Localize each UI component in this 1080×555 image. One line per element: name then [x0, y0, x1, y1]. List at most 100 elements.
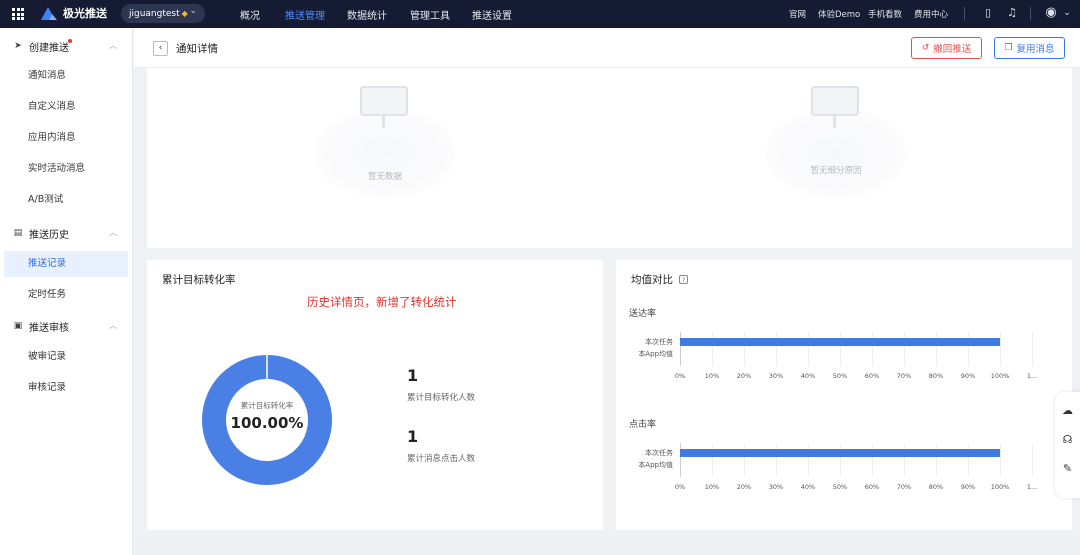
undo-icon: ↺ [921, 43, 930, 53]
brand-name: 极光推送 [63, 7, 107, 20]
tick-label: 60% [864, 483, 880, 491]
grid-line [1000, 332, 1001, 366]
bottom-strip [134, 541, 1080, 555]
sidebar-group-label: 推送历史 [29, 229, 69, 241]
headset-icon[interactable]: ☊ [1061, 433, 1074, 446]
chevron-down-icon: ⌄ [189, 6, 197, 16]
tick-label: 100% [990, 483, 1010, 491]
sidebar-group-label: 创建推送 [29, 42, 69, 54]
tick-label: 20% [736, 483, 752, 491]
tick-label: 0% [674, 372, 686, 380]
tick-label: 50% [832, 372, 848, 380]
bar [680, 449, 1000, 457]
tick-label: 10% [704, 372, 720, 380]
chart-board-icon [360, 86, 408, 116]
app-selector[interactable]: jiguangtest ◆ ⌄ [121, 4, 205, 23]
revoke-push-label: 撤回推送 [933, 44, 972, 55]
donut-label: 累计目标转化率 [240, 401, 294, 410]
sidebar-item-scheduled-tasks[interactable]: 定时任务 [4, 282, 128, 308]
book-icon[interactable]: ▯ [981, 6, 995, 20]
sidebar-item-notification[interactable]: 通知消息 [4, 63, 128, 89]
tick-label: 0% [674, 483, 686, 491]
app-name: jiguangtest [129, 8, 180, 19]
vip-diamond-icon: ◆ [181, 9, 188, 18]
click-rate-label: 点击率 [629, 420, 657, 430]
chevron-up-icon[interactable]: ︿ [109, 227, 117, 238]
empty-state-left: 暂无数据 [305, 68, 465, 198]
grid-line [1032, 443, 1033, 477]
chevron-left-icon: ‹ [158, 43, 163, 53]
bar [680, 338, 1000, 346]
empty-state-right: 暂无细分原因 [756, 68, 916, 198]
tick-label: 20% [736, 372, 752, 380]
chevron-up-icon[interactable]: ︿ [109, 40, 117, 51]
click-count: 1 [407, 427, 419, 446]
tick-label: 1... [1026, 483, 1038, 491]
aurora-logo-icon [41, 7, 57, 20]
page-title: 通知详情 [176, 43, 218, 55]
sidebar-item-in-app-message[interactable]: 应用内消息 [4, 125, 128, 151]
click-rate-chart: 本次任务 本App均值 0% 10% 20% 30% 40% 50% 60% 70% 80% 90% 1… [616, 441, 1072, 511]
audit-icon: ▣ [13, 321, 23, 331]
sidebar-group-push-history[interactable]: ▤ 推送历史 ︿ [0, 219, 133, 247]
edit-icon[interactable]: ✎ [1061, 462, 1074, 475]
revoke-push-button[interactable]: ↺ 撤回推送 [911, 37, 982, 59]
link-demo[interactable]: 体验Demo [818, 8, 860, 20]
panel-title: 累计目标转化率 [162, 274, 236, 286]
link-mobile-view[interactable]: 手机看数 [868, 8, 902, 20]
sidebar-item-custom-message[interactable]: 自定义消息 [4, 94, 128, 120]
help-icon[interactable]: ? [679, 275, 688, 284]
empty-text: 暂无细分原因 [810, 166, 862, 176]
nav-management-tools[interactable]: 管理工具 [410, 7, 450, 22]
sidebar-group-push-review[interactable]: ▣ 推送审核 ︿ [0, 312, 133, 340]
back-button[interactable]: ‹ [153, 41, 168, 56]
sidebar-group-label: 推送审核 [29, 322, 69, 334]
reuse-message-label: 复用消息 [1016, 44, 1055, 55]
link-billing-center[interactable]: 费用中心 [914, 8, 948, 20]
conversion-count: 1 [407, 366, 419, 385]
chevron-up-icon[interactable]: ︿ [109, 320, 117, 331]
bell-icon[interactable]: ♫ [1005, 6, 1019, 20]
app-grid-icon[interactable] [12, 8, 24, 20]
reuse-message-button[interactable]: ❐ 复用消息 [994, 37, 1065, 59]
sidebar-item-ab-test[interactable]: A/B测试 [4, 187, 128, 213]
sidebar-item-live-activity[interactable]: 实时活动消息 [4, 156, 128, 182]
grid-line [1032, 332, 1033, 366]
tick-label: 10% [704, 483, 720, 491]
tick-label: 70% [896, 483, 912, 491]
divider [964, 7, 965, 20]
conversion-count-label: 累计目标转化人数 [407, 393, 476, 403]
tick-label: 30% [768, 483, 784, 491]
tick-label: 40% [800, 372, 816, 380]
tick-label: 90% [960, 372, 976, 380]
tick-label: 90% [960, 483, 976, 491]
history-icon: ▤ [13, 228, 23, 238]
user-avatar-icon[interactable]: ◉ [1044, 6, 1058, 20]
row-label: 本次任务 [645, 338, 673, 346]
sidebar-item-reviewed-records[interactable]: 被审记录 [4, 344, 128, 370]
nav-overview[interactable]: 概况 [240, 7, 260, 22]
copy-icon: ❐ [1004, 43, 1013, 53]
send-icon: ➤ [14, 41, 22, 51]
sidebar-group-create-push[interactable]: ➤ 创建推送 ︿ [0, 32, 133, 60]
chevron-down-icon[interactable]: ⌄ [1060, 6, 1074, 20]
chat-icon[interactable]: ☁ [1061, 404, 1074, 417]
link-official-site[interactable]: 官网 [789, 8, 806, 20]
sidebar-item-review-records[interactable]: 审核记录 [4, 375, 128, 401]
tick-label: 100% [990, 372, 1010, 380]
row-label: 本App均值 [638, 350, 673, 358]
nav-push-settings[interactable]: 推送设置 [472, 7, 512, 22]
brand-logo[interactable]: 极光推送 [40, 5, 107, 21]
tick-label: 80% [928, 483, 944, 491]
average-comparison-panel: 均值对比? 送达率 本次任务本App均值 0% 10% 20% 30% 40% 50% 60%… [616, 260, 1072, 530]
panel-title-text: 均值对比 [631, 274, 673, 286]
sidebar-item-push-records[interactable]: 推送记录 [4, 251, 128, 277]
delivery-rate-label: 送达率 [629, 309, 657, 319]
tick-label: 40% [800, 483, 816, 491]
nav-data-statistics[interactable]: 数据统计 [347, 7, 387, 22]
nav-push-management[interactable]: 推送管理 [285, 7, 325, 22]
conversion-rate-panel: 累计目标转化率 历史详情页，新增了转化统计 累计目标转化率 100.00% 1 … [147, 260, 603, 530]
row-label: 本App均值 [638, 461, 673, 469]
top-nav-bar: 极光推送 jiguangtest ◆ ⌄ 概况 推送管理 数据统计 管理工具 推… [0, 0, 1080, 28]
tick-label: 70% [896, 372, 912, 380]
